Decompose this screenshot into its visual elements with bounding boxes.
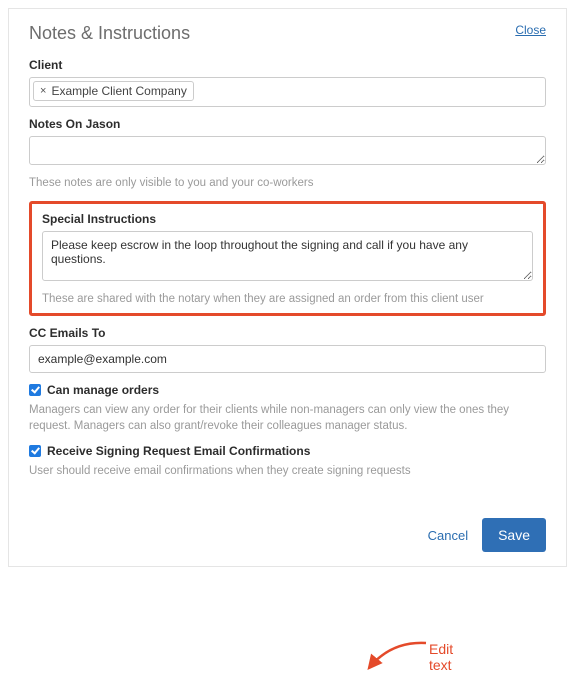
special-instructions-label: Special Instructions bbox=[42, 212, 533, 226]
notes-on-input[interactable] bbox=[29, 136, 546, 165]
special-instructions-input[interactable] bbox=[42, 231, 533, 281]
notes-on-label: Notes On Jason bbox=[29, 117, 546, 131]
client-chip[interactable]: × Example Client Company bbox=[33, 81, 194, 101]
can-manage-orders-checkbox[interactable] bbox=[29, 384, 41, 396]
special-instructions-highlight: Special Instructions These are shared wi… bbox=[29, 201, 546, 316]
page-title: Notes & Instructions bbox=[29, 23, 190, 44]
can-manage-orders-hint: Managers can view any order for their cl… bbox=[29, 402, 546, 434]
receive-email-label: Receive Signing Request Email Confirmati… bbox=[47, 444, 310, 458]
annotation-label: Edit text bbox=[429, 641, 453, 673]
cc-emails-input[interactable] bbox=[29, 345, 546, 373]
annotation-arrow-icon bbox=[361, 633, 431, 673]
receive-email-checkbox[interactable] bbox=[29, 445, 41, 457]
client-field[interactable]: × Example Client Company bbox=[29, 77, 546, 107]
can-manage-orders-label: Can manage orders bbox=[47, 383, 159, 397]
close-link[interactable]: Close bbox=[515, 23, 546, 37]
notes-instructions-panel: Notes & Instructions Close Client × Exam… bbox=[8, 8, 567, 567]
save-button[interactable]: Save bbox=[482, 518, 546, 552]
notes-on-hint: These notes are only visible to you and … bbox=[29, 175, 546, 191]
receive-email-hint: User should receive email confirmations … bbox=[29, 463, 546, 479]
cc-emails-label: CC Emails To bbox=[29, 326, 546, 340]
cancel-button[interactable]: Cancel bbox=[428, 528, 468, 543]
client-label: Client bbox=[29, 58, 546, 72]
chip-label: Example Client Company bbox=[51, 84, 186, 98]
special-instructions-hint: These are shared with the notary when th… bbox=[42, 291, 533, 307]
chip-remove-icon[interactable]: × bbox=[40, 85, 46, 97]
